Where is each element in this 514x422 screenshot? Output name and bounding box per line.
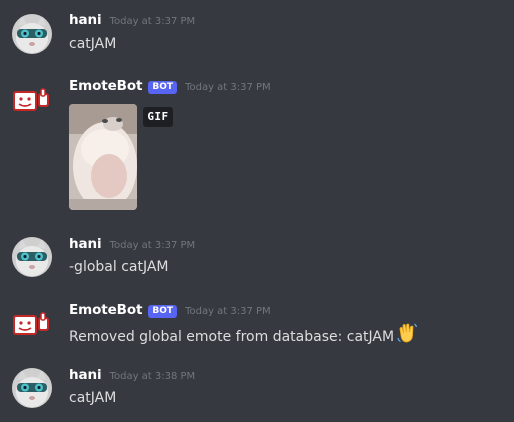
bot-tag: BOT bbox=[148, 80, 178, 94]
timestamp[interactable]: Today at 3:37 PM bbox=[110, 240, 196, 251]
username[interactable]: hani bbox=[69, 367, 102, 383]
emotebot-avatar-icon[interactable] bbox=[12, 304, 52, 344]
timestamp[interactable]: Today at 3:37 PM bbox=[185, 306, 271, 317]
message-text: catJAM bbox=[69, 390, 117, 406]
message-text: -global catJAM bbox=[69, 259, 169, 275]
timestamp[interactable]: Today at 3:38 PM bbox=[110, 371, 196, 382]
message-header: hani Today at 3:37 PM bbox=[69, 12, 195, 32]
username[interactable]: hani bbox=[69, 236, 102, 252]
username[interactable]: hani bbox=[69, 12, 102, 28]
bot-tag: BOT bbox=[148, 304, 178, 318]
cat-goggles-avatar-icon[interactable] bbox=[12, 237, 52, 277]
username[interactable]: EmoteBot bbox=[69, 302, 143, 318]
timestamp[interactable]: Today at 3:37 PM bbox=[185, 82, 271, 93]
cat-gif-image[interactable] bbox=[69, 104, 137, 210]
message-text: Removed global emote from database: catJ… bbox=[69, 329, 395, 345]
cat-goggles-avatar-icon[interactable] bbox=[12, 368, 52, 408]
gif-badge: GIF bbox=[143, 107, 173, 127]
message-header: EmoteBot BOT Today at 3:37 PM bbox=[69, 302, 271, 322]
emotebot-avatar-icon[interactable] bbox=[12, 80, 52, 120]
message-header: hani Today at 3:38 PM bbox=[69, 367, 195, 387]
username[interactable]: EmoteBot bbox=[69, 78, 143, 94]
timestamp[interactable]: Today at 3:37 PM bbox=[110, 16, 196, 27]
message-body: Removed global emote from database: catJ… bbox=[69, 322, 418, 350]
cat-goggles-avatar-icon[interactable] bbox=[12, 14, 52, 54]
message-header: hani Today at 3:37 PM bbox=[69, 236, 195, 256]
message-text: catJAM bbox=[69, 36, 117, 52]
message-header: EmoteBot BOT Today at 3:37 PM bbox=[69, 78, 271, 98]
waving-hand-emoji-icon bbox=[396, 322, 418, 348]
